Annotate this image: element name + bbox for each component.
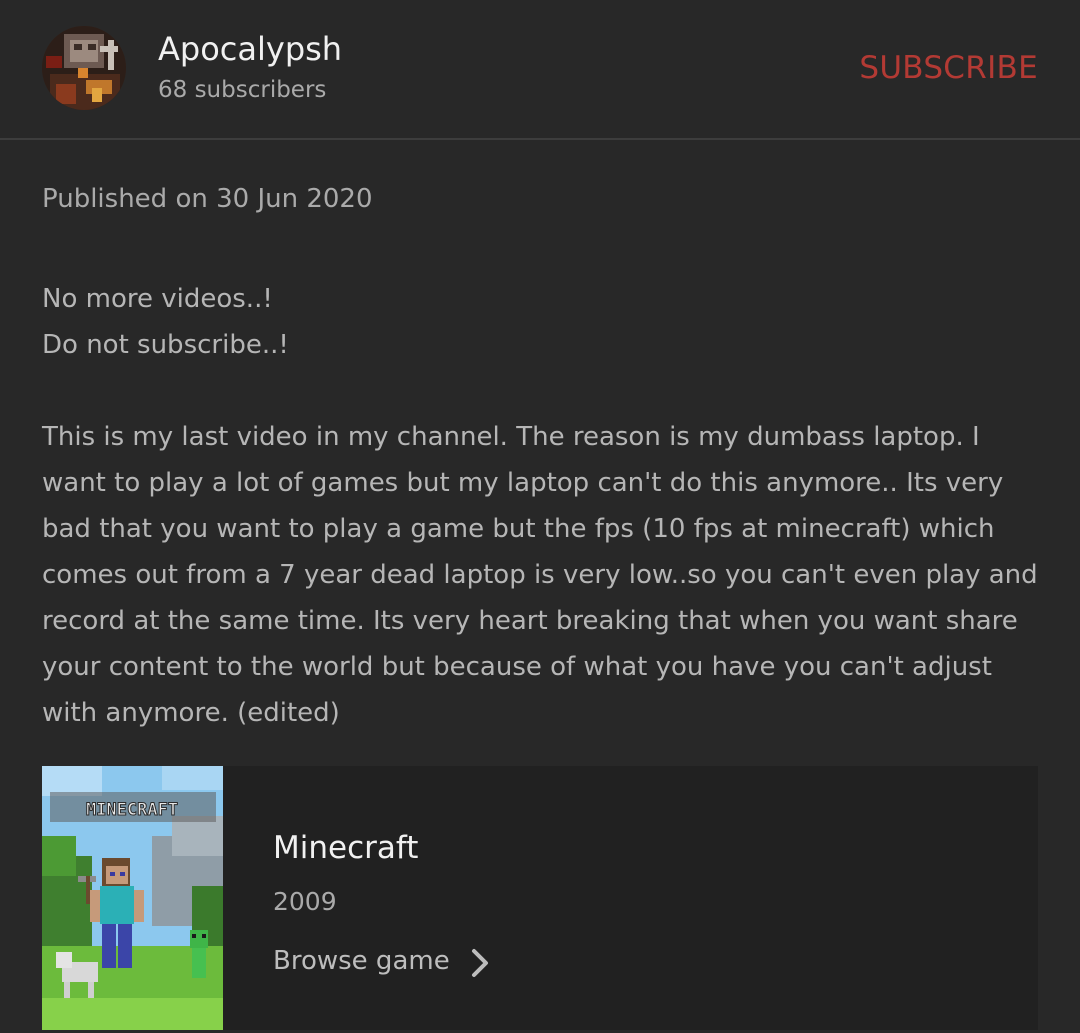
published-date: Published on 30 Jun 2020	[42, 184, 373, 214]
minecraft-logo: MINECRAFT	[86, 800, 178, 820]
channel-avatar[interactable]	[42, 26, 126, 110]
game-cover-art[interactable]: MINECRAFT	[42, 766, 223, 1030]
minecraft-cover-image: MINECRAFT	[42, 766, 223, 1030]
subscribe-button[interactable]: SUBSCRIBE	[859, 50, 1038, 86]
game-year: 2009	[273, 887, 337, 916]
channel-header: Apocalypsh 68 subscribers SUBSCRIBE	[0, 0, 1080, 140]
description-line: No more videos..!	[42, 284, 273, 314]
chevron-right-icon	[470, 948, 490, 985]
game-title[interactable]: Minecraft	[273, 830, 418, 866]
game-card[interactable]: MINECRAFT Minecraft 2009 Browse game	[42, 766, 1038, 1030]
subscriber-count: 68 subscribers	[158, 77, 327, 103]
description-line: Do not subscribe..!	[42, 330, 289, 360]
channel-name[interactable]: Apocalypsh	[158, 30, 342, 68]
avatar-image	[42, 26, 126, 110]
browse-game-label: Browse game	[273, 945, 450, 976]
description-paragraph: This is my last video in my channel. The…	[42, 422, 1038, 728]
video-description: No more videos..! Do not subscribe..! Th…	[42, 276, 1042, 736]
browse-game-link[interactable]: Browse game	[273, 936, 490, 985]
